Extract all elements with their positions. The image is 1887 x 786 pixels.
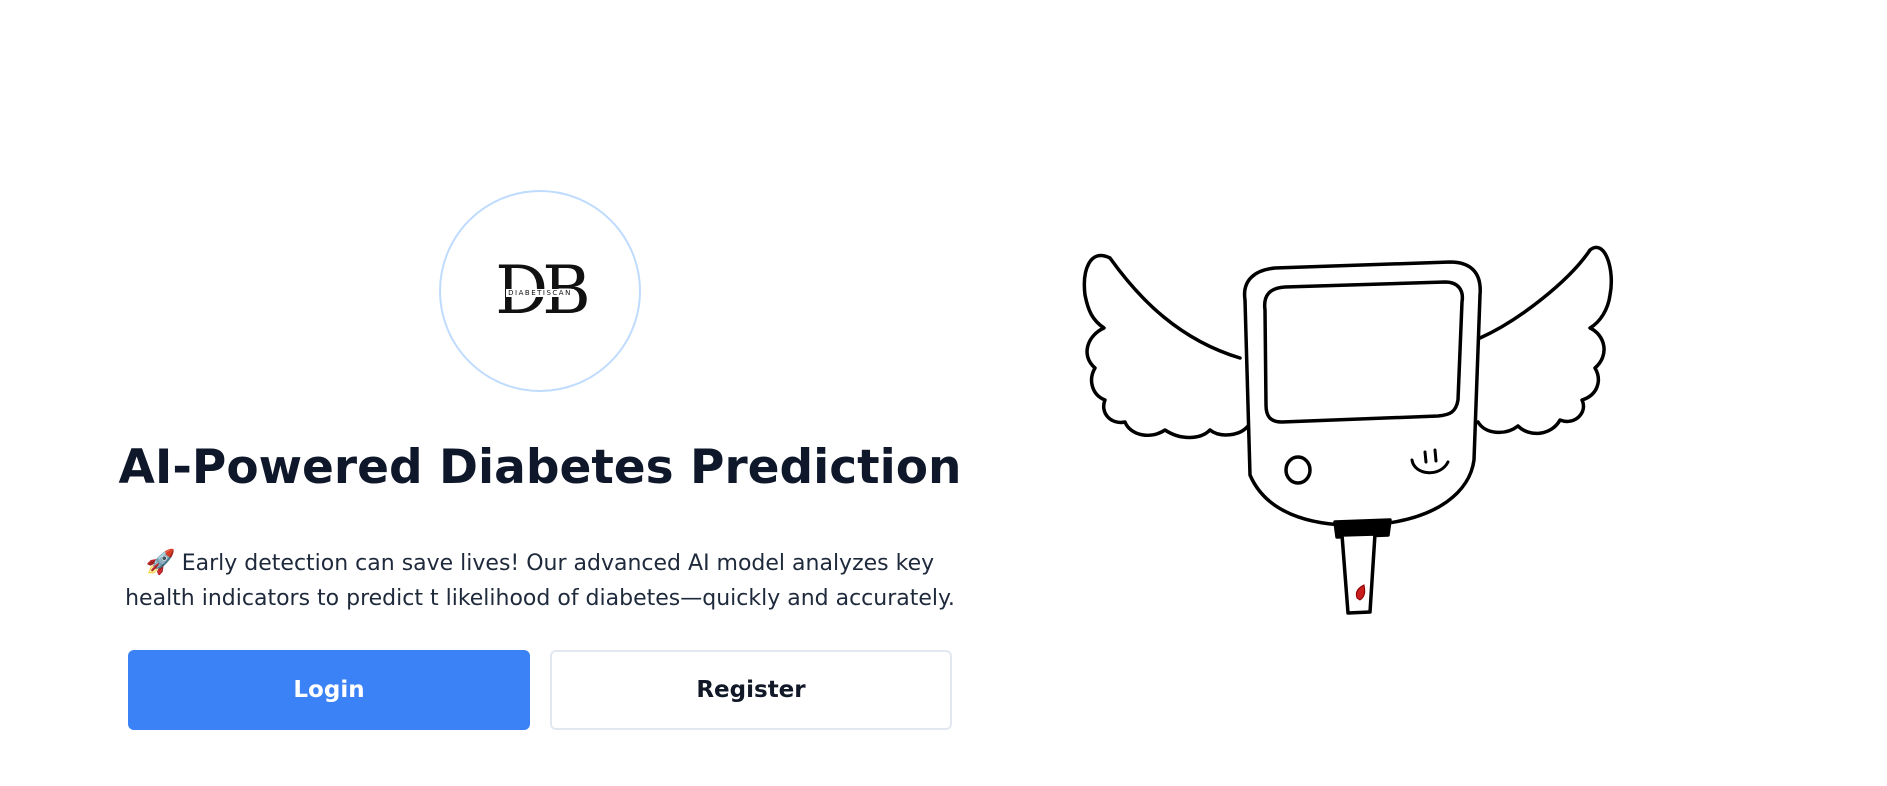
landing-page: DB DIABETISCAN AI-Powered Diabetes Predi… [0,0,1887,786]
register-button[interactable]: Register [550,650,952,730]
right-wing [1476,245,1613,436]
login-button[interactable]: Login [128,650,530,730]
logo-subtitle-text: DIABETISCAN [506,289,574,297]
meter-screen [1262,280,1465,424]
page-title: AI-Powered Diabetes Prediction [118,440,962,495]
hero-description: 🚀 Early detection can save lives! Our adv… [110,545,970,616]
winged-glucose-meter-icon [1082,245,1613,615]
logo: DB DIABETISCAN [490,258,590,324]
hero-section: DB DIABETISCAN AI-Powered Diabetes Predi… [110,190,970,730]
hero-description-text: Early detection can save lives! Our adva… [125,551,955,611]
logo-badge: DB DIABETISCAN [439,190,641,392]
logo-subtitle: DIABETISCAN [490,289,590,297]
rocket-icon: 🚀 [145,548,176,576]
left-wing [1082,254,1250,440]
test-strip [1340,532,1377,615]
meter-button-left [1284,455,1312,485]
action-buttons: Login Register [128,650,952,730]
